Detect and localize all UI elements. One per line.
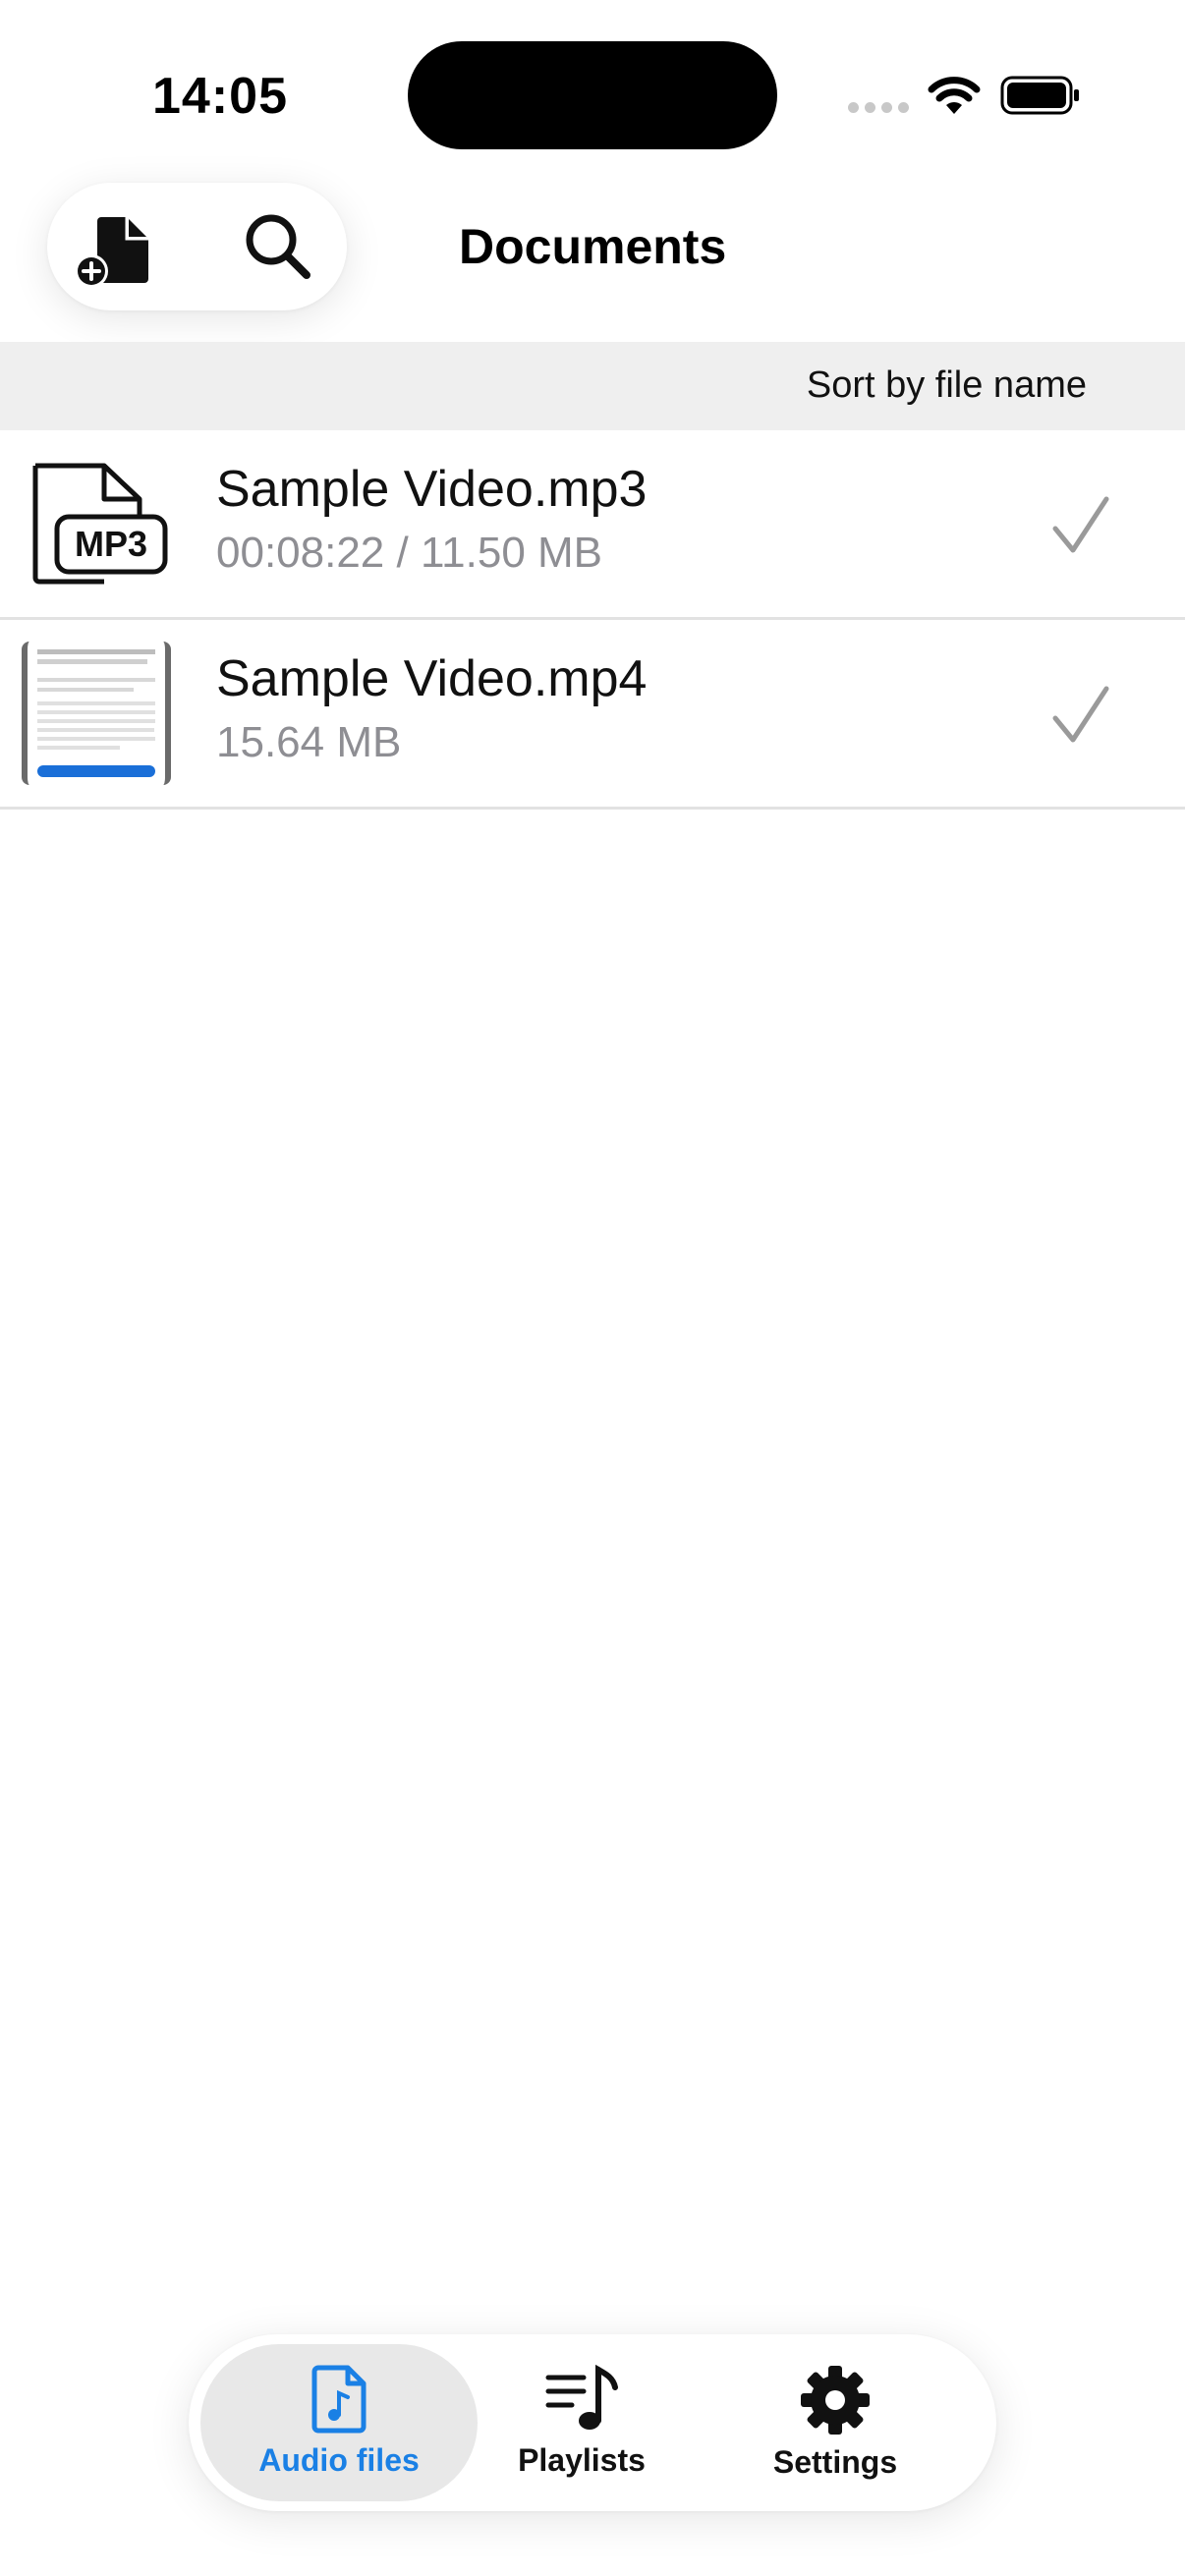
video-thumbnail	[22, 642, 171, 785]
wifi-icon	[928, 77, 981, 114]
file-name: Sample Video.mp4	[216, 650, 648, 707]
file-list: MP3 Sample Video.mp3 00:08:22 / 11.50 MB…	[0, 430, 1185, 810]
cellular-signal-icon	[848, 102, 909, 113]
checkmark-icon[interactable]	[1049, 495, 1112, 556]
sort-button[interactable]: Sort by file name	[807, 364, 1087, 407]
tab-audio-files[interactable]: Audio files	[200, 2344, 478, 2501]
tab-playlists[interactable]: Playlists	[454, 2344, 709, 2501]
file-meta: 00:08:22 / 11.50 MB	[216, 529, 603, 577]
music-document-icon	[311, 2365, 367, 2434]
tab-bar: Audio files Playlists Settings	[189, 2334, 996, 2511]
status-time: 14:05	[152, 68, 288, 125]
file-meta: 15.64 MB	[216, 718, 402, 766]
gear-icon	[801, 2366, 870, 2435]
list-item[interactable]: Sample Video.mp4 15.64 MB	[0, 620, 1185, 810]
dynamic-island	[408, 41, 777, 149]
page-title: Documents	[459, 219, 727, 274]
tab-label: Playlists	[518, 2442, 646, 2478]
list-item[interactable]: MP3 Sample Video.mp3 00:08:22 / 11.50 MB	[0, 430, 1185, 620]
tab-label: Settings	[772, 2444, 898, 2480]
search-icon	[246, 214, 310, 279]
svg-text:MP3: MP3	[75, 524, 147, 564]
search-button[interactable]	[234, 202, 322, 291]
add-document-icon	[75, 217, 148, 288]
checkmark-icon[interactable]	[1049, 685, 1112, 746]
tab-settings[interactable]: Settings	[707, 2344, 963, 2501]
add-document-button[interactable]	[72, 202, 160, 291]
playlist-icon	[545, 2364, 618, 2430]
battery-icon	[1000, 76, 1079, 115]
toolbar-pill	[47, 183, 347, 310]
sort-bar: Sort by file name	[0, 342, 1185, 430]
tab-label: Audio files	[258, 2442, 420, 2478]
mp3-file-icon: MP3	[32, 463, 168, 585]
file-name: Sample Video.mp3	[216, 461, 648, 518]
